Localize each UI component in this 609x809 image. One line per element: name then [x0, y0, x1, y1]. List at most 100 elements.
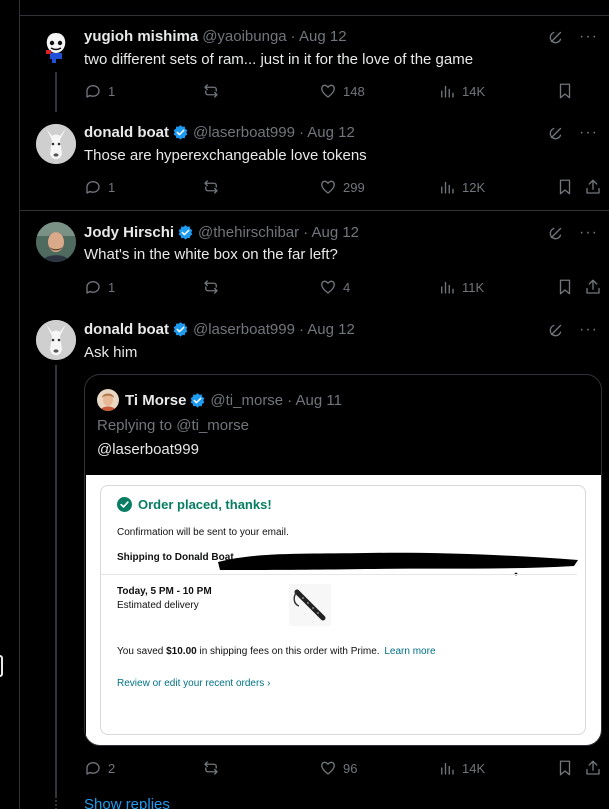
grok-icon[interactable]: [547, 28, 565, 46]
verified-badge-icon[interactable]: [172, 124, 189, 141]
post-donald-boat-1[interactable]: donald boat @laserboat999 · Aug 12 Those…: [20, 112, 609, 210]
savings-amount: $10.00: [166, 646, 197, 657]
author-handle[interactable]: @yaoibunga: [202, 28, 286, 45]
like-button[interactable]: 96: [319, 759, 357, 777]
replying-to[interactable]: Replying to @ti_morse: [97, 417, 249, 434]
learn-more-link[interactable]: Learn more: [384, 646, 435, 657]
order-title: Order placed, thanks!: [138, 497, 272, 512]
bookmark-button[interactable]: [556, 759, 574, 777]
repost-button[interactable]: [202, 82, 220, 100]
reply-icon: [86, 762, 100, 775]
author-handle[interactable]: @laserboat999: [193, 124, 295, 141]
avatar[interactable]: [36, 320, 76, 360]
post-text: two different sets of ram... just in it …: [84, 51, 474, 68]
like-count: 299: [343, 179, 365, 195]
author-handle[interactable]: @ti_morse: [210, 392, 283, 409]
heart-icon: [321, 761, 335, 775]
reply-button[interactable]: 1: [84, 178, 115, 196]
post-header: donald boat @laserboat999 · Aug 12: [84, 124, 355, 141]
like-button[interactable]: 4: [319, 278, 350, 296]
views-button[interactable]: 11K: [438, 278, 484, 296]
verified-badge-icon[interactable]: [177, 224, 194, 241]
bookmark-button[interactable]: [556, 178, 574, 196]
order-confirmation-card: Order placed, thanks! Confirmation will …: [100, 485, 586, 735]
share-button[interactable]: [584, 278, 602, 296]
reply-button[interactable]: 1: [84, 278, 115, 296]
reply-button[interactable]: 1: [84, 82, 115, 100]
author-name[interactable]: donald boat: [84, 124, 169, 141]
grok-icon[interactable]: [547, 224, 565, 242]
thread-line: [55, 365, 57, 797]
views-button[interactable]: 12K: [438, 178, 485, 196]
post-actions: 1 4 11K: [84, 278, 604, 298]
order-screenshot[interactable]: Order placed, thanks! Confirmation will …: [86, 475, 601, 745]
views-count: 11K: [462, 279, 485, 295]
quoted-post[interactable]: Ti Morse @ti_morse · Aug 11 Replying to …: [84, 374, 602, 746]
repost-button[interactable]: [202, 278, 220, 296]
post-date[interactable]: · Aug 12: [291, 28, 347, 45]
views-count: 14K: [462, 760, 486, 776]
post-date[interactable]: · Aug 11: [287, 392, 342, 409]
post-actions: 2 96 14K: [84, 759, 604, 779]
author-name[interactable]: donald boat: [84, 321, 169, 338]
repost-button[interactable]: [202, 178, 220, 196]
check-circle-icon: [117, 497, 132, 512]
reply-count: 1: [108, 83, 116, 99]
like-button[interactable]: 299: [319, 178, 365, 196]
avatar[interactable]: [97, 389, 119, 411]
show-replies-link[interactable]: Show replies: [84, 796, 170, 809]
bookmark-icon: [559, 83, 571, 99]
like-count: 96: [343, 760, 358, 776]
views-count: 14K: [462, 83, 486, 99]
author-handle[interactable]: @laserboat999: [193, 321, 295, 338]
reply-icon: [86, 85, 100, 98]
delivery-time: Today, 5 PM - 10 PM: [117, 586, 212, 597]
author-name[interactable]: Ti Morse: [125, 392, 186, 409]
share-icon: [586, 179, 600, 194]
avatar[interactable]: [36, 222, 76, 262]
views-button[interactable]: 14K: [438, 82, 485, 100]
product-thumbnail[interactable]: [289, 584, 331, 626]
avatar[interactable]: [36, 124, 76, 164]
post-jody-hirschi[interactable]: Jody Hirschi @thehirschibar · Aug 12 Wha…: [20, 211, 609, 309]
verified-badge-icon[interactable]: [172, 321, 189, 338]
avatar[interactable]: [36, 26, 76, 66]
author-name[interactable]: Jody Hirschi: [84, 224, 174, 241]
post-top-icons: ···: [547, 321, 598, 339]
repost-button[interactable]: [202, 759, 220, 777]
post-yugioh-mishima[interactable]: yugioh mishima @yaoibunga · Aug 12 two d…: [20, 16, 609, 112]
redaction-scribble: [218, 552, 578, 576]
author-name[interactable]: yugioh mishima: [84, 28, 198, 45]
post-actions: 1 148 14K: [84, 82, 604, 102]
post-date[interactable]: · Aug 12: [299, 321, 355, 338]
repost-icon: [204, 280, 218, 294]
share-button[interactable]: [584, 759, 602, 777]
like-button[interactable]: 148: [319, 82, 365, 100]
post-date[interactable]: · Aug 12: [303, 224, 359, 241]
quoted-post-text[interactable]: @laserboat999: [97, 441, 199, 458]
views-icon: [441, 762, 454, 775]
divider: [101, 574, 577, 575]
post-actions: 1 299 12K: [84, 178, 604, 198]
grok-icon[interactable]: [547, 321, 565, 339]
reply-icon: [86, 181, 100, 194]
bookmark-button[interactable]: [556, 82, 574, 100]
views-button[interactable]: 14K: [438, 759, 485, 777]
review-orders-link[interactable]: Review or edit your recent orders ›: [117, 678, 270, 689]
post-date[interactable]: · Aug 12: [299, 124, 355, 141]
order-confirmation-text: Confirmation will be sent to your email.: [117, 527, 289, 538]
more-icon[interactable]: ···: [579, 28, 598, 46]
bookmark-button[interactable]: [556, 278, 574, 296]
post-header: yugioh mishima @yaoibunga · Aug 12: [84, 28, 347, 45]
like-count: 4: [343, 279, 351, 295]
more-icon[interactable]: ···: [579, 321, 598, 339]
quoted-post-header: Ti Morse @ti_morse · Aug 11: [97, 389, 342, 411]
views-icon: [441, 85, 454, 98]
more-icon[interactable]: ···: [579, 124, 598, 142]
verified-badge-icon[interactable]: [189, 392, 206, 409]
share-button[interactable]: [584, 178, 602, 196]
grok-icon[interactable]: [547, 124, 565, 142]
reply-button[interactable]: 2: [84, 759, 115, 777]
author-handle[interactable]: @thehirschibar: [198, 224, 299, 241]
more-icon[interactable]: ···: [579, 224, 598, 242]
